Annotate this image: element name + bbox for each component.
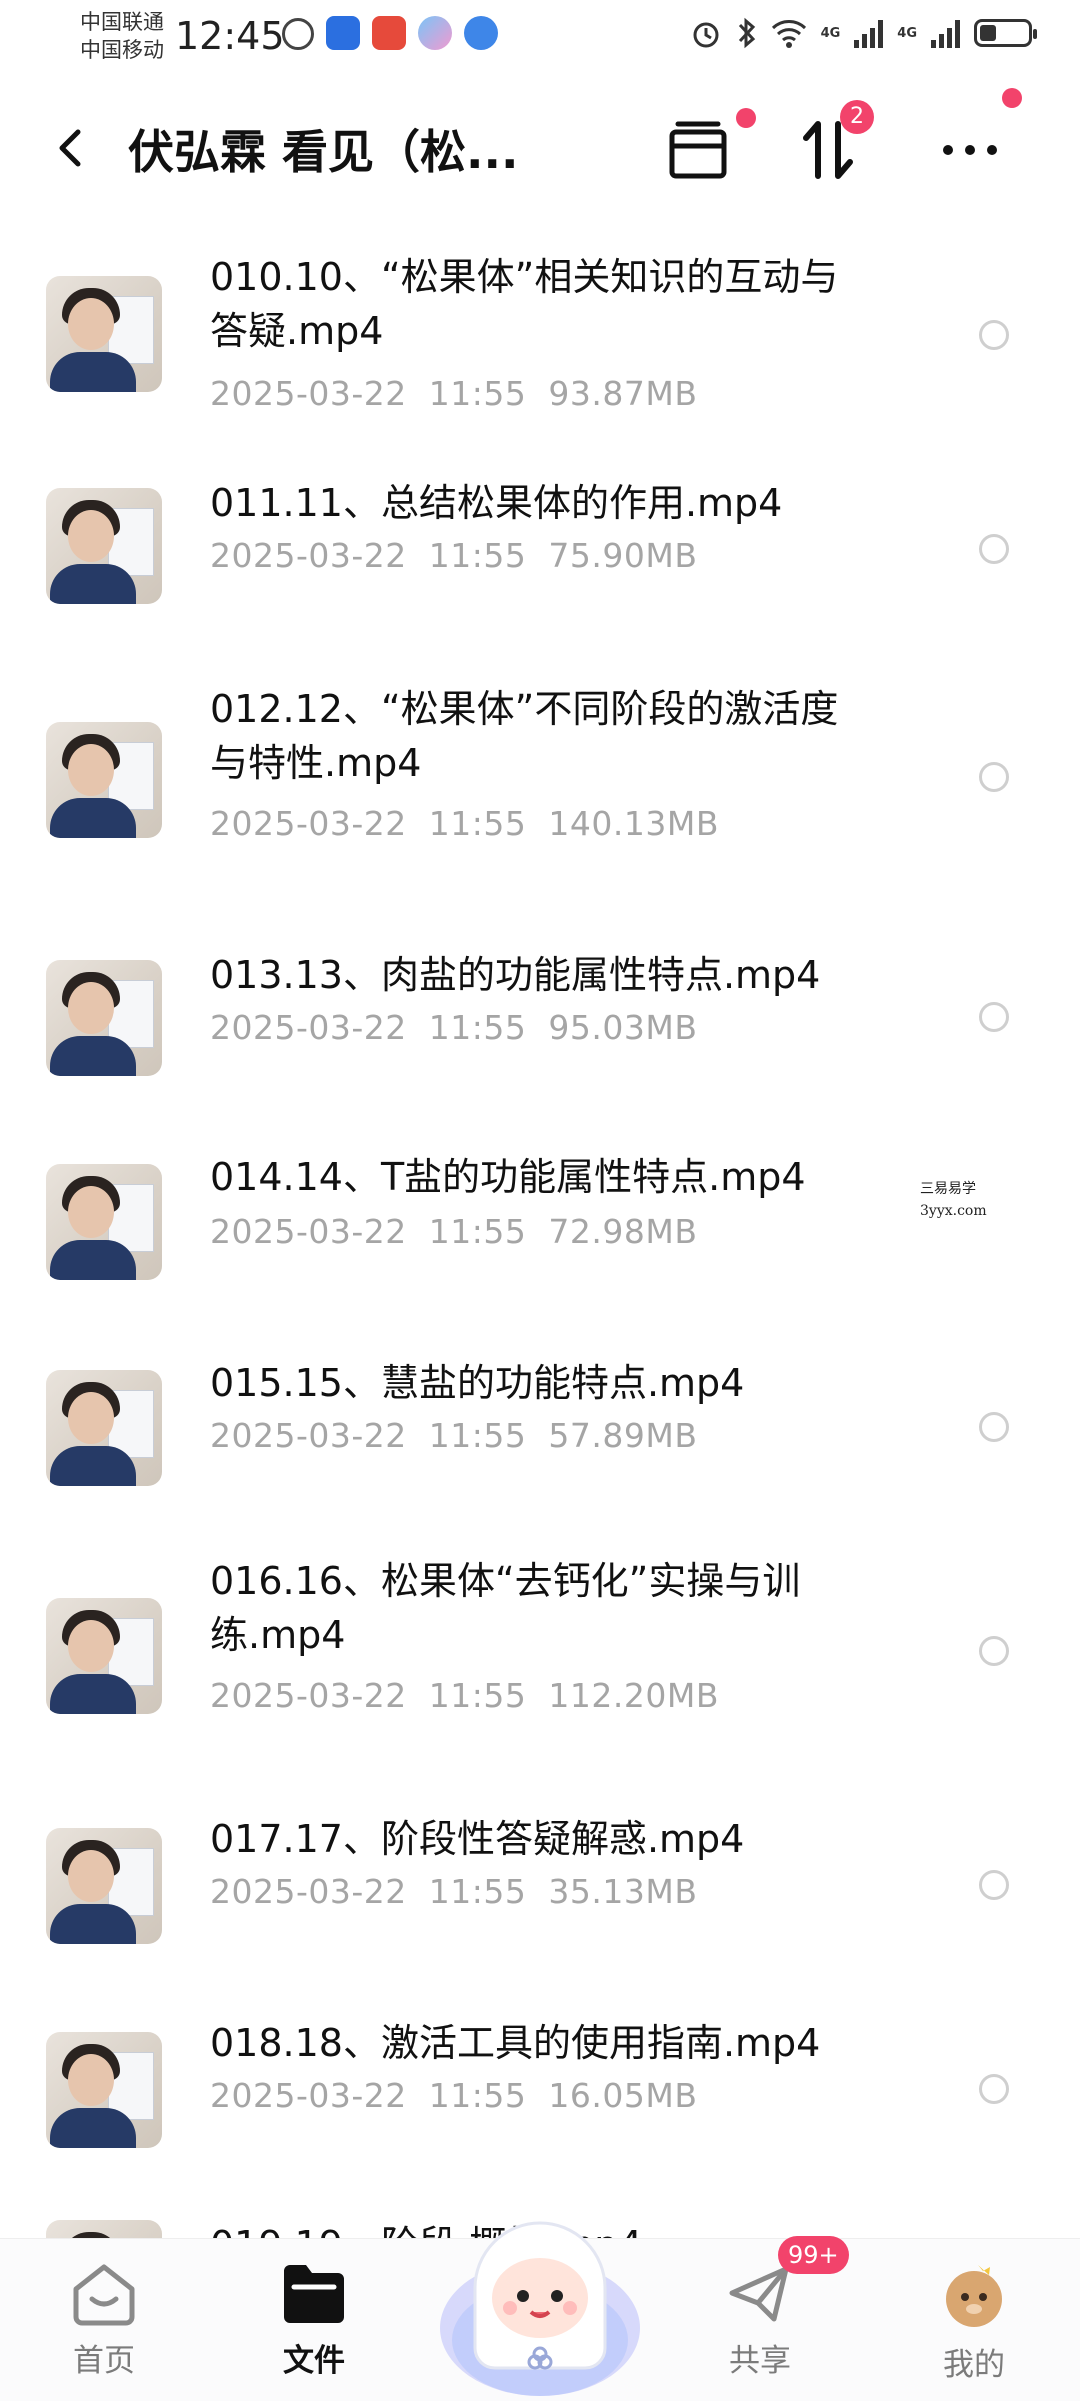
- video-thumbnail: [46, 1164, 162, 1280]
- video-thumbnail: [46, 1828, 162, 1944]
- status-bar: 中国联通 中国移动 12:45 4G 4G: [0, 0, 1080, 78]
- sort-badge: 2: [840, 100, 874, 134]
- more-icon[interactable]: [930, 110, 1010, 190]
- folder-icon: [284, 2265, 344, 2323]
- status-indicators: 4G 4G: [689, 16, 1037, 50]
- nav-mine[interactable]: 我的: [914, 2259, 1034, 2384]
- select-radio[interactable]: [979, 762, 1009, 792]
- alarm-icon: [693, 22, 719, 48]
- carrier-2: 中国移动: [80, 38, 164, 62]
- file-meta: 2025-03-22 11:55 93.87MB: [210, 374, 698, 413]
- wifi-icon: [771, 20, 806, 48]
- file-name: 012.12、“松果体”不同阶段的激活度 与特性.mp4: [210, 687, 839, 785]
- video-thumbnail: [46, 2032, 162, 2148]
- video-thumbnail: [46, 960, 162, 1076]
- file-name: 016.16、松果体“去钙化”实操与训 练.mp4: [210, 1559, 801, 1657]
- list-item[interactable]: 014.14、T盐的功能属性特点.mp4 2025-03-22 11:55 72.9…: [0, 1146, 1080, 1326]
- alarm-app-icon: [282, 18, 314, 50]
- list-item[interactable]: 013.13、肉盐的功能属性特点.mp4 2025-03-22 11:55 95.0…: [0, 940, 1080, 1120]
- list-item[interactable]: 018.18、激活工具的使用指南.mp4 2025-03-22 11:55 16.0…: [0, 2010, 1080, 2190]
- nav-share[interactable]: 共享: [700, 2259, 820, 2380]
- nav-share-label: 共享: [729, 2343, 791, 2379]
- list-item[interactable]: 012.12、“松果体”不同阶段的激活度 与特性.mp4 2025-03-22 11…: [0, 682, 1080, 902]
- select-radio[interactable]: [979, 1412, 1009, 1442]
- file-name: 011.11、总结松果体的作用.mp4: [210, 481, 783, 525]
- network-label-2: 4G: [897, 25, 917, 41]
- archive-icon[interactable]: [658, 110, 738, 190]
- archive-notification-dot: [736, 108, 756, 128]
- video-thumbnail: [46, 722, 162, 838]
- top-app-bar: 伏弘霖 看见（松... 2: [0, 88, 1080, 208]
- carrier-1: 中国联通: [80, 10, 164, 34]
- file-meta: 2025-03-22 11:55 75.90MB: [210, 536, 698, 575]
- file-meta: 2025-03-22 11:55 140.13MB: [210, 804, 719, 843]
- video-thumbnail: [46, 488, 162, 604]
- video-thumbnail: [46, 1598, 162, 1714]
- signal-bars-1: [854, 18, 884, 48]
- select-radio[interactable]: [979, 1636, 1009, 1666]
- page-title: 伏弘霖 看见（松...: [128, 125, 519, 179]
- file-meta: 2025-03-22 11:55 72.98MB: [210, 1212, 698, 1251]
- file-name: 010.10、“松果体”相关知识的互动与 答疑.mp4: [210, 255, 839, 353]
- list-item[interactable]: 010.10、“松果体”相关知识的互动与 答疑.mp4 2025-03-22 11:…: [0, 238, 1080, 448]
- nav-files-label: 文件: [283, 2343, 345, 2379]
- nav-files[interactable]: 文件: [254, 2259, 374, 2380]
- select-radio[interactable]: [979, 320, 1009, 350]
- signal-bars-2: [931, 18, 960, 48]
- back-arrow-icon[interactable]: [44, 118, 104, 178]
- battery-icon: [974, 19, 1037, 47]
- select-radio[interactable]: [979, 1002, 1009, 1032]
- file-meta: 2025-03-22 11:55 16.05MB: [210, 2076, 698, 2115]
- more-notification-dot: [1002, 88, 1022, 108]
- home-icon: [73, 2264, 135, 2326]
- video-thumbnail: [46, 1370, 162, 1486]
- nav-home-label: 首页: [73, 2343, 135, 2379]
- bluetooth-icon: [738, 17, 755, 49]
- app-icon-globe: [464, 16, 498, 50]
- file-meta: 2025-03-22 11:55 35.13MB: [210, 1872, 698, 1911]
- file-name: 018.18、激活工具的使用指南.mp4: [210, 2021, 821, 2065]
- share-badge: 99+: [778, 2236, 849, 2274]
- nav-mine-label: 我的: [943, 2347, 1005, 2383]
- select-radio[interactable]: [979, 1870, 1009, 1900]
- assistant-mascot-icon[interactable]: [435, 2178, 645, 2400]
- file-name: 015.15、慧盐的功能特点.mp4: [210, 1361, 745, 1405]
- select-radio[interactable]: [979, 534, 1009, 564]
- app-icon-red: [372, 16, 406, 50]
- network-label-1: 4G: [820, 25, 841, 41]
- nav-home[interactable]: 首页: [44, 2259, 164, 2380]
- file-meta: 2025-03-22 11:55 95.03MB: [210, 1008, 698, 1047]
- list-item[interactable]: 011.11、总结松果体的作用.mp4 2025-03-22 11:55 75.90…: [0, 466, 1080, 646]
- file-name: 017.17、阶段性答疑解惑.mp4: [210, 1817, 745, 1861]
- file-name: 013.13、肉盐的功能属性特点.mp4: [210, 953, 821, 997]
- list-item[interactable]: 017.17、阶段性答疑解惑.mp4 2025-03-22 11:55 35.13M…: [0, 1806, 1080, 1986]
- file-name: 014.14、T盐的功能属性特点.mp4: [210, 1155, 806, 1199]
- file-meta: 2025-03-22 11:55 112.20MB: [210, 1676, 719, 1715]
- avatar-icon: [946, 2265, 1002, 2327]
- carrier-info: 中国联通 中国移动: [80, 8, 164, 64]
- list-item[interactable]: 016.16、松果体“去钙化”实操与训 练.mp4 2025-03-22 11:55…: [0, 1554, 1080, 1774]
- watermark: 三易易学 3yyx.com: [920, 1181, 987, 1219]
- list-item[interactable]: 015.15、慧盐的功能特点.mp4 2025-03-22 11:55 57.89M…: [0, 1350, 1080, 1530]
- battery-level: [980, 25, 996, 41]
- status-app-icons: [282, 16, 498, 50]
- select-radio[interactable]: [979, 2074, 1009, 2104]
- file-meta: 2025-03-22 11:55 57.89MB: [210, 1416, 698, 1455]
- status-time: 12:45: [175, 14, 285, 58]
- app-icon-cloud: [418, 16, 452, 50]
- app-icon-blue: [326, 16, 360, 50]
- video-thumbnail: [46, 276, 162, 392]
